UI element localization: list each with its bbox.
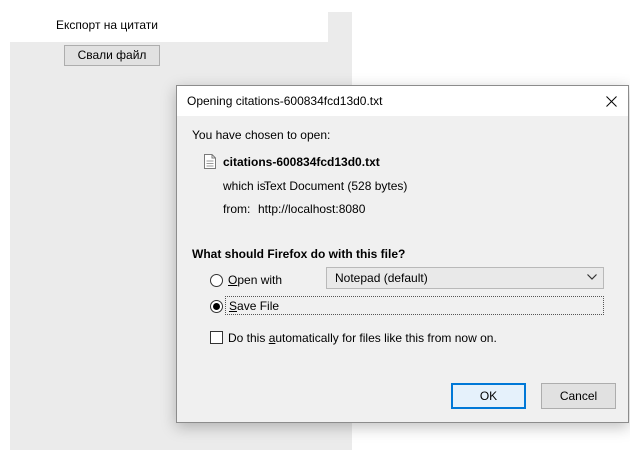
close-button[interactable]	[594, 86, 628, 116]
dialog-title: Opening citations-600834fcd13d0.txt	[187, 94, 383, 108]
file-source-value: http://localhost:8080	[258, 202, 366, 216]
open-with-accel: O	[228, 273, 238, 287]
open-with-text: pen with	[237, 273, 283, 287]
dialog-titlebar: Opening citations-600834fcd13d0.txt	[177, 86, 628, 116]
application-select[interactable]: Notepad (default)	[326, 267, 604, 289]
save-file-label[interactable]: Save File	[229, 299, 279, 313]
save-file-text: ave File	[237, 299, 280, 313]
chosen-to-open-label: You have chosen to open:	[192, 128, 331, 142]
file-type-value: Text Document (528 bytes)	[264, 179, 408, 193]
auto-action-label[interactable]: Do this automatically for files like thi…	[228, 331, 497, 345]
save-file-accel: S	[229, 299, 238, 313]
application-select-value: Notepad (default)	[335, 271, 428, 285]
open-with-label[interactable]: Open with	[228, 273, 282, 287]
download-file-button[interactable]: Свали файл	[64, 45, 160, 66]
open-with-radio[interactable]	[210, 274, 223, 287]
auto-action-text-before: Do this	[228, 331, 269, 345]
close-icon	[605, 95, 617, 107]
auto-action-text-after: utomatically for files like this from no…	[275, 331, 497, 345]
file-name: citations-600834fcd13d0.txt	[223, 155, 380, 169]
chevron-down-icon	[587, 274, 597, 280]
cancel-button[interactable]: Cancel	[541, 383, 616, 409]
page-title: Експорт на цитати	[56, 18, 158, 32]
ok-button[interactable]: OK	[451, 383, 526, 409]
save-file-radio[interactable]	[210, 300, 223, 313]
document-icon	[204, 154, 216, 169]
save-file-focus-row[interactable]: Save File	[225, 296, 604, 315]
file-type-label: which is:	[223, 179, 270, 193]
auto-action-checkbox[interactable]	[210, 331, 223, 344]
open-file-dialog: Opening citations-600834fcd13d0.txt You …	[176, 85, 629, 423]
action-question: What should Firefox do with this file?	[192, 247, 406, 261]
file-source-label: from:	[223, 202, 251, 216]
